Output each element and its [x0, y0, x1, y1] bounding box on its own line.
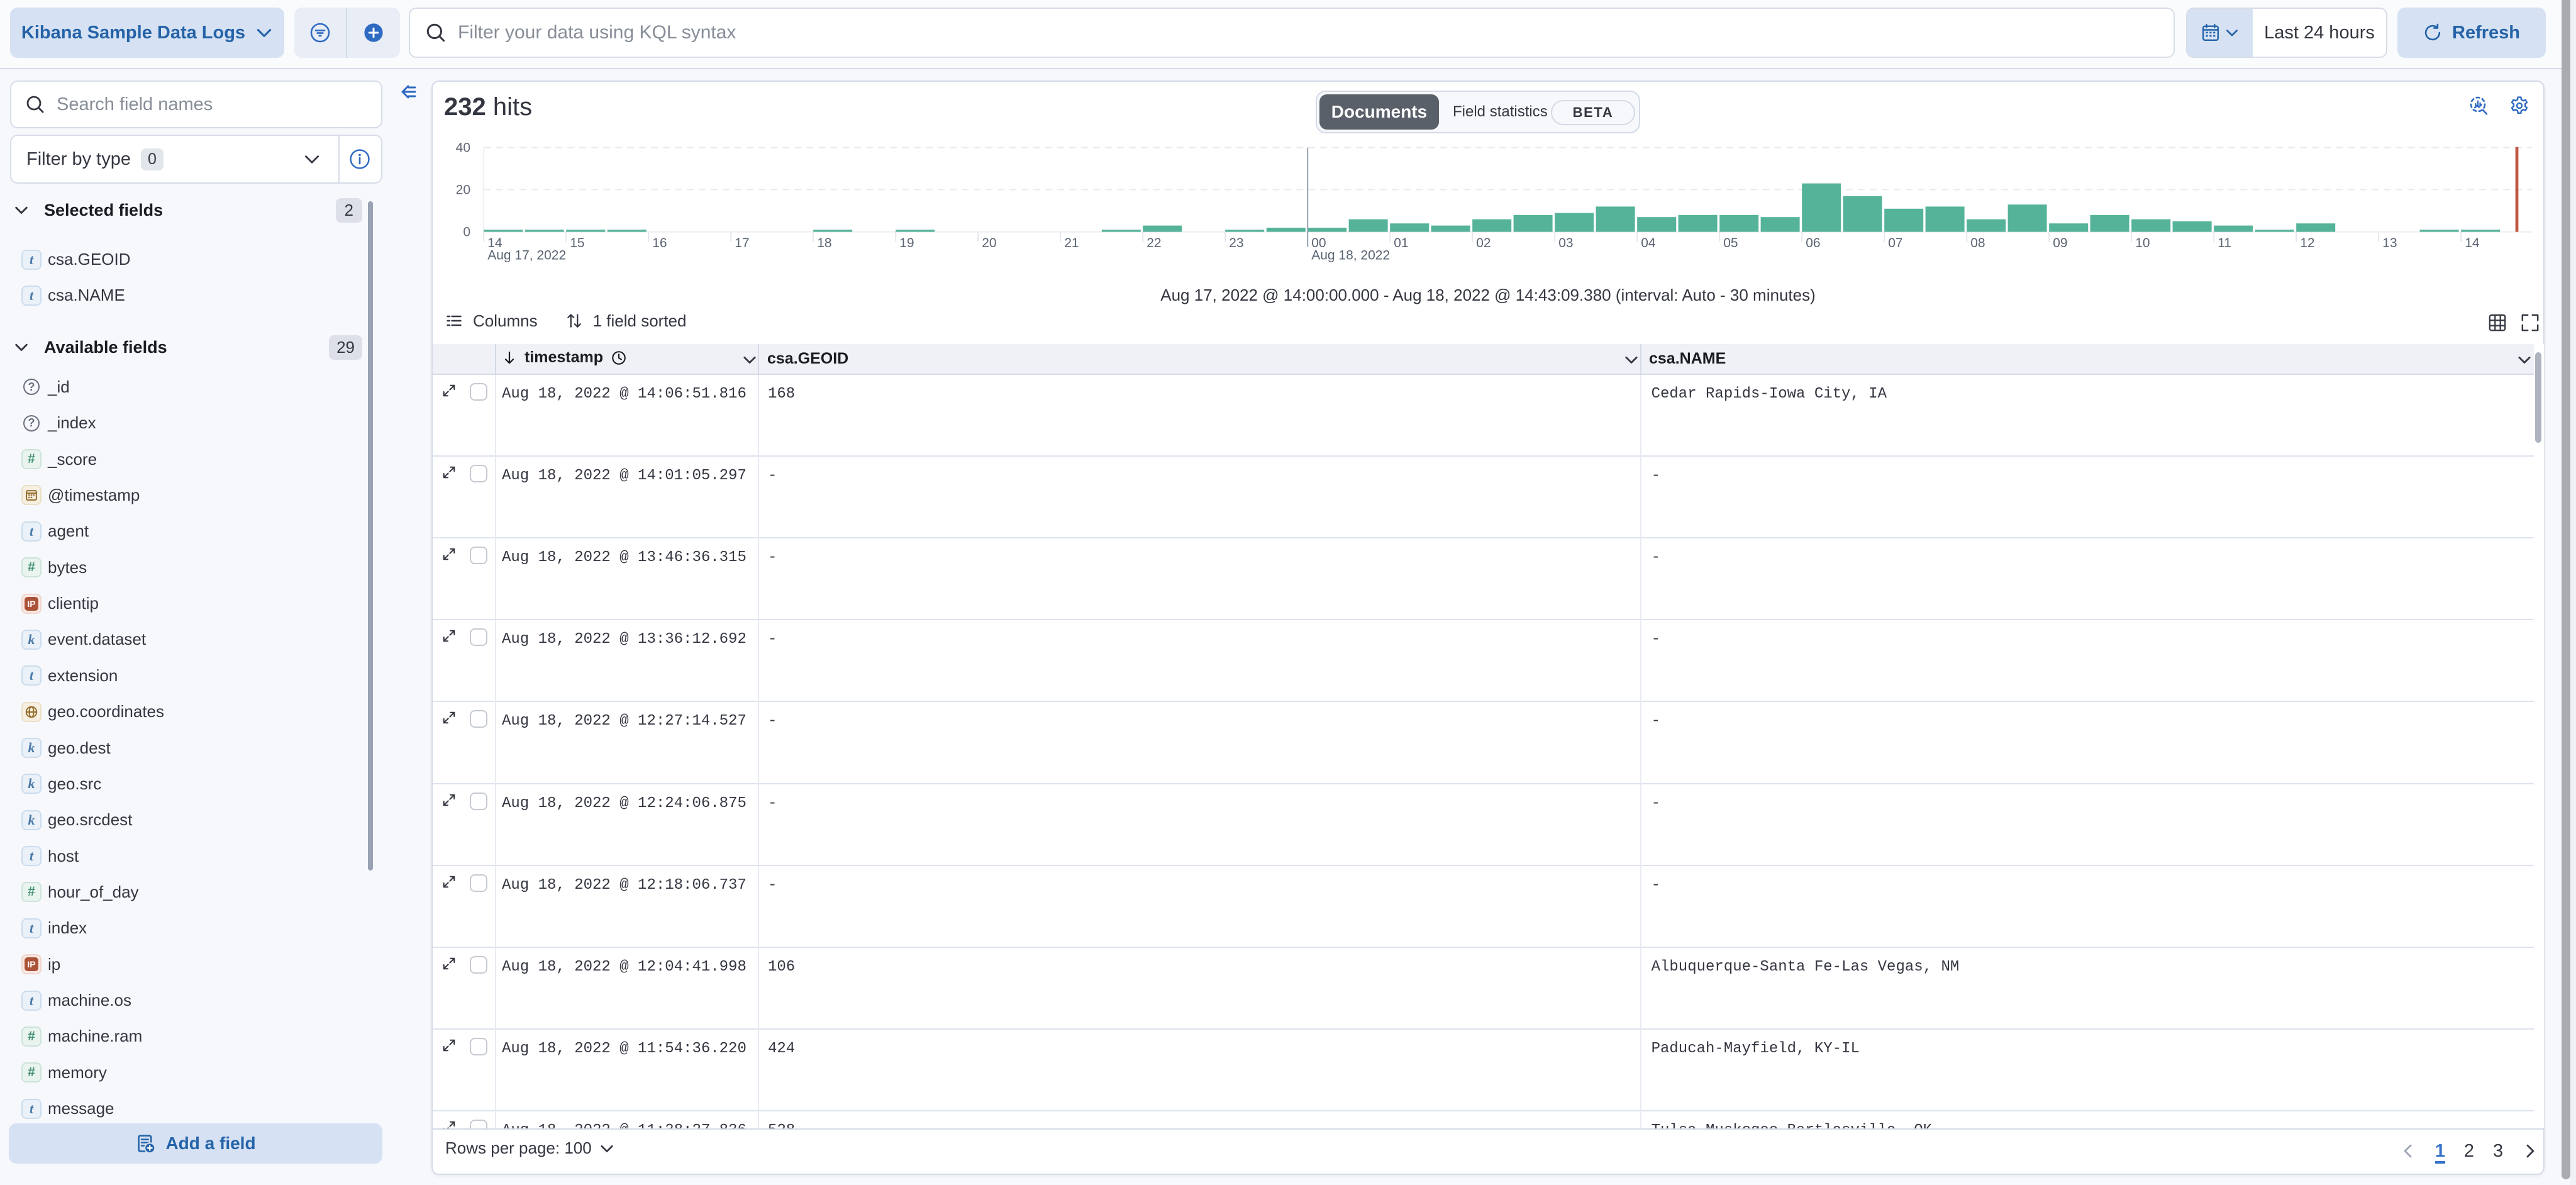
- svg-text:22: 22: [1146, 236, 1161, 250]
- svg-text:23: 23: [1229, 236, 1243, 250]
- svg-text:08: 08: [1970, 236, 1985, 250]
- svg-text:10: 10: [2135, 236, 2150, 250]
- svg-text:19: 19: [899, 236, 914, 250]
- svg-text:07: 07: [1888, 236, 1902, 250]
- svg-text:16: 16: [652, 236, 667, 250]
- svg-text:20: 20: [982, 236, 996, 250]
- svg-text:21: 21: [1064, 236, 1079, 250]
- svg-text:0: 0: [463, 225, 470, 240]
- svg-text:01: 01: [1394, 236, 1408, 250]
- svg-text:04: 04: [1641, 236, 1656, 250]
- svg-text:Aug 18, 2022: Aug 18, 2022: [1311, 248, 1390, 263]
- svg-text:18: 18: [817, 236, 831, 250]
- svg-text:02: 02: [1476, 236, 1491, 250]
- svg-text:14: 14: [2465, 236, 2480, 250]
- svg-text:03: 03: [1558, 236, 1573, 250]
- svg-text:40: 40: [456, 141, 470, 155]
- svg-text:06: 06: [1806, 236, 1820, 250]
- svg-text:11: 11: [2218, 236, 2231, 250]
- svg-text:13: 13: [2382, 236, 2397, 250]
- svg-text:12: 12: [2300, 236, 2314, 250]
- svg-text:20: 20: [456, 182, 470, 197]
- svg-text:Aug 17, 2022: Aug 17, 2022: [487, 248, 566, 263]
- svg-text:05: 05: [1723, 236, 1738, 250]
- svg-text:17: 17: [735, 236, 749, 250]
- svg-text:09: 09: [2053, 236, 2067, 250]
- svg-text:15: 15: [570, 236, 584, 250]
